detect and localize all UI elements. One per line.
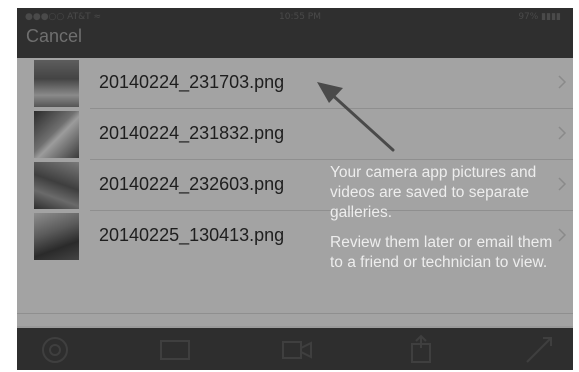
file-row[interactable]: 20140224_231832.png [17,109,573,160]
camera-shutter-icon[interactable] [37,334,73,364]
tools-icon[interactable] [521,334,557,364]
bottom-toolbar [17,328,573,370]
upload-icon[interactable] [403,334,439,364]
photo-thumbnail [34,60,79,107]
battery-indicator: 97% ▮▮▮▮ [518,12,561,22]
photo-thumbnail [34,162,79,209]
video-icon[interactable] [279,334,315,364]
clock-time: 10:55 PM [279,12,321,22]
chevron-right-icon [558,126,567,140]
status-bar: ●●●○○ AT&T ≈ 10:55 PM 97% ▮▮▮▮ [23,12,567,24]
cancel-button[interactable]: Cancel [26,26,82,47]
file-name: 20140225_130413.png [99,225,285,245]
file-name: 20140224_232603.png [99,174,285,194]
gallery-icon[interactable] [157,334,193,364]
carrier-signal: ●●●○○ AT&T ≈ [25,12,101,22]
onboarding-hint: Your camera app pictures and videos are … [330,163,555,273]
chevron-right-icon [558,75,567,89]
file-row[interactable]: 20140224_231703.png [17,58,573,109]
photo-thumbnail [34,213,79,260]
hint-text-review: Review them later or email them to a fri… [330,234,553,271]
chevron-right-icon [558,177,567,191]
file-name: 20140224_231703.png [99,72,285,92]
list-divider [17,313,573,314]
chevron-right-icon [558,228,567,242]
top-navigation-bar: ●●●○○ AT&T ≈ 10:55 PM 97% ▮▮▮▮ Cancel [17,8,573,58]
hint-text-galleries: Your camera app pictures and videos are … [330,164,537,221]
photo-thumbnail [34,111,79,158]
file-name: 20140224_231832.png [99,123,285,143]
app-screen: ●●●○○ AT&T ≈ 10:55 PM 97% ▮▮▮▮ Cancel 20… [17,8,573,370]
